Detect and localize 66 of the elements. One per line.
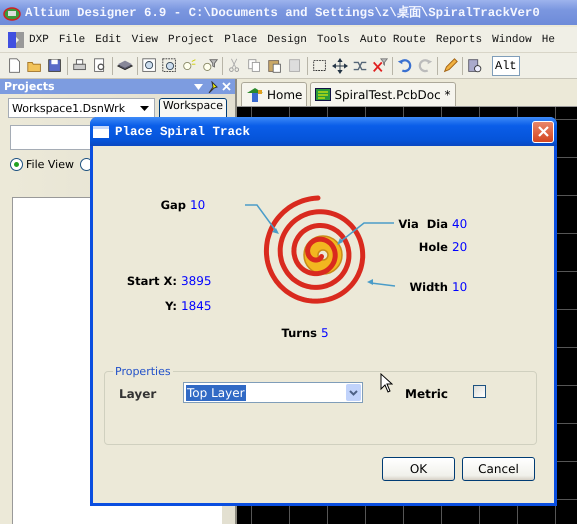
field-label: Via Dia bbox=[398, 217, 448, 231]
dropdown-icon[interactable] bbox=[194, 84, 203, 90]
field-label: Y: bbox=[165, 299, 177, 313]
panel-title: Projects bbox=[4, 80, 55, 93]
menu-item[interactable]: He bbox=[536, 34, 560, 46]
field-label: Width bbox=[409, 280, 448, 294]
menu-item[interactable]: File bbox=[54, 34, 90, 46]
zoom-area-icon[interactable] bbox=[161, 56, 179, 74]
group-title: Properties bbox=[114, 365, 172, 378]
field-label: Gap bbox=[160, 198, 186, 212]
document-tab[interactable]: SpiralTest.PcbDoc * bbox=[310, 82, 456, 106]
chevron-down-icon bbox=[349, 390, 358, 396]
menu-item[interactable]: Auto Route bbox=[354, 34, 431, 46]
browse-icon[interactable] bbox=[466, 56, 484, 74]
radio-label: File View bbox=[26, 158, 74, 171]
menu-item[interactable]: Tools bbox=[312, 34, 355, 46]
menu-item[interactable]: Place bbox=[219, 34, 262, 46]
field-value[interactable]: 1845 bbox=[181, 299, 212, 313]
pin-icon[interactable] bbox=[207, 80, 218, 92]
close-icon bbox=[538, 126, 548, 137]
field-value[interactable]: 20 bbox=[452, 240, 468, 254]
cancel-button[interactable]: Cancel bbox=[462, 457, 535, 481]
pencil-icon[interactable] bbox=[441, 56, 459, 74]
home-icon bbox=[246, 86, 264, 102]
workspace-combo[interactable]: Workspace1.DsnWrk bbox=[8, 98, 155, 118]
window-icon bbox=[93, 126, 109, 138]
document-tab[interactable]: Home bbox=[241, 82, 308, 106]
layer-dropdown[interactable]: Top Layer bbox=[183, 382, 363, 403]
menu-item[interactable]: Project bbox=[163, 34, 220, 46]
leader-arrow bbox=[367, 279, 396, 287]
app-icon bbox=[3, 4, 21, 20]
field-label: Start X: bbox=[126, 274, 177, 288]
save-icon[interactable] bbox=[46, 56, 64, 74]
field-value[interactable]: 3895 bbox=[181, 274, 212, 288]
radio-button[interactable] bbox=[10, 158, 23, 171]
field-label: Hole bbox=[418, 240, 448, 254]
field-value[interactable]: 5 bbox=[321, 326, 329, 340]
clear-icon[interactable] bbox=[371, 56, 389, 74]
leader-arrow bbox=[337, 222, 394, 245]
window-title: Altium Designer 6.9 - C:\Documents and Settings\z\桌面\SpiralTrackVer0 bbox=[25, 4, 540, 21]
menu-item[interactable]: View bbox=[126, 34, 164, 46]
ok-button[interactable]: OK bbox=[382, 457, 455, 481]
menu-item[interactable]: Design bbox=[262, 34, 312, 46]
leader-arrow bbox=[245, 204, 279, 234]
menu-item[interactable]: Reports bbox=[430, 34, 488, 46]
metric-label: Metric bbox=[405, 386, 448, 401]
dialog-title: Place Spiral Track bbox=[115, 124, 252, 138]
pcb-icon bbox=[315, 88, 332, 101]
metric-checkbox[interactable] bbox=[473, 385, 486, 398]
layer-label: Layer bbox=[119, 386, 158, 401]
undo-icon[interactable] bbox=[396, 56, 414, 74]
field-label: Turns bbox=[282, 326, 317, 340]
close-button[interactable] bbox=[532, 120, 554, 142]
toolbar-combo[interactable]: Alt bbox=[492, 56, 520, 76]
menu-item[interactable]: Edit bbox=[90, 34, 127, 46]
zoom-icon[interactable] bbox=[141, 56, 159, 74]
close-icon[interactable] bbox=[222, 82, 231, 91]
menu-item[interactable]: DXP bbox=[24, 34, 54, 46]
field-value[interactable]: 10 bbox=[452, 280, 468, 294]
dropdown-arrow-icon[interactable] bbox=[140, 106, 149, 110]
field-value[interactable]: 40 bbox=[452, 217, 468, 231]
mouse-cursor-icon bbox=[380, 373, 393, 393]
move-icon[interactable] bbox=[331, 56, 349, 74]
dxp-icon[interactable] bbox=[8, 30, 24, 48]
menu-item[interactable]: Window bbox=[487, 34, 537, 46]
field-value[interactable]: 10 bbox=[190, 198, 206, 212]
